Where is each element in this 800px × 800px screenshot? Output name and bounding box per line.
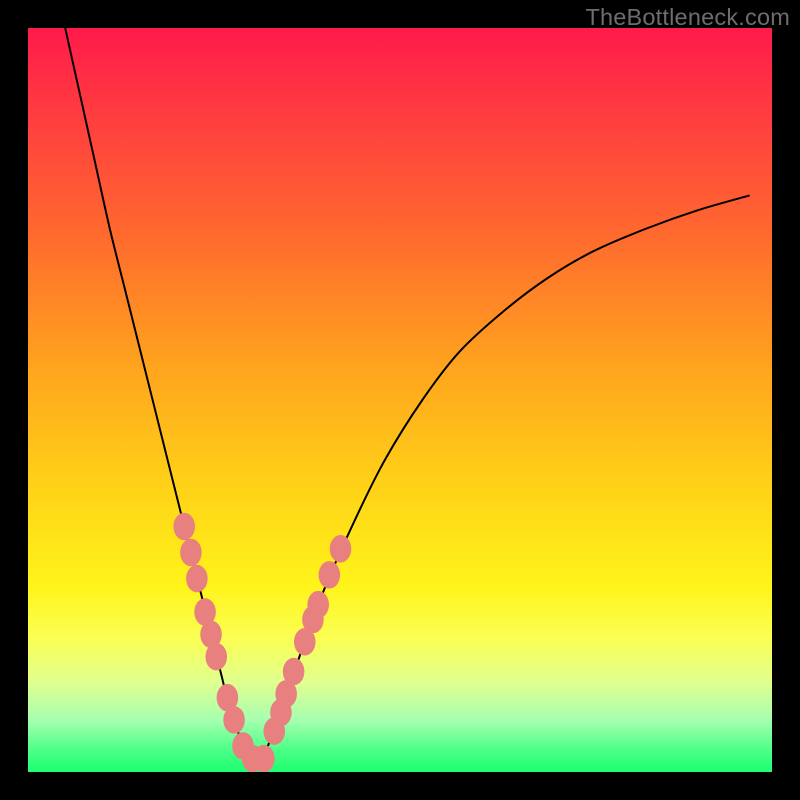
data-marker [205,643,227,671]
data-marker [253,745,275,772]
marker-group [173,513,351,772]
data-marker [186,565,208,593]
bottleneck-curve [65,28,749,758]
data-marker [223,706,245,734]
chart-area [28,28,772,772]
data-marker [330,535,352,563]
data-marker [180,539,202,567]
data-marker [319,561,341,589]
watermark-text: TheBottleneck.com [585,4,790,31]
data-marker [307,591,329,619]
data-marker [173,513,195,541]
data-marker [283,658,305,686]
chart-svg [28,28,772,772]
